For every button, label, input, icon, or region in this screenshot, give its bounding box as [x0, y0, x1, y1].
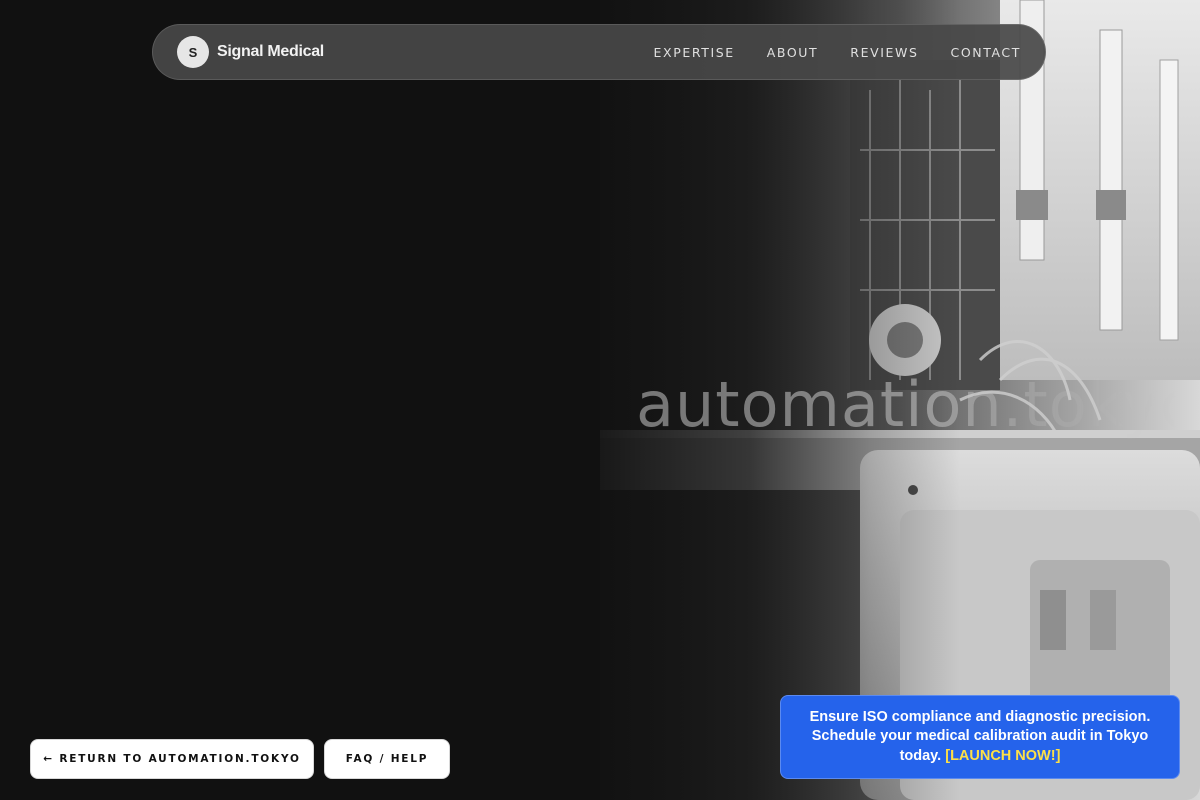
cta-launch-link[interactable]: [LAUNCH NOW!] [945, 748, 1060, 764]
watermark-text: automation.tokyo [636, 368, 1176, 441]
cta-banner: Ensure ISO compliance and diagnostic pre… [780, 695, 1180, 779]
cta-text: Ensure ISO compliance and diagnostic pre… [805, 708, 1155, 767]
brand-name: Signal Medical [217, 43, 324, 60]
logo-icon: S [177, 36, 209, 68]
nav-links: EXPERTISE ABOUT REVIEWS CONTACT [654, 45, 1021, 60]
nav-item-contact[interactable]: CONTACT [951, 45, 1021, 60]
nav-item-expertise[interactable]: EXPERTISE [654, 45, 735, 60]
top-navbar: S Signal Medical EXPERTISE ABOUT REVIEWS… [152, 24, 1046, 80]
page: automation.tokyo S Signal Medical EXPERT… [0, 0, 1200, 800]
return-to-automation-tokyo-button[interactable]: ← RETURN TO AUTOMATION.TOKYO [30, 739, 314, 779]
left-dark-panel [0, 0, 600, 800]
nav-item-about[interactable]: ABOUT [767, 45, 819, 60]
faq-help-button[interactable]: FAQ / HELP [324, 739, 450, 779]
brand[interactable]: S Signal Medical [177, 36, 324, 68]
nav-item-reviews[interactable]: REVIEWS [850, 45, 918, 60]
